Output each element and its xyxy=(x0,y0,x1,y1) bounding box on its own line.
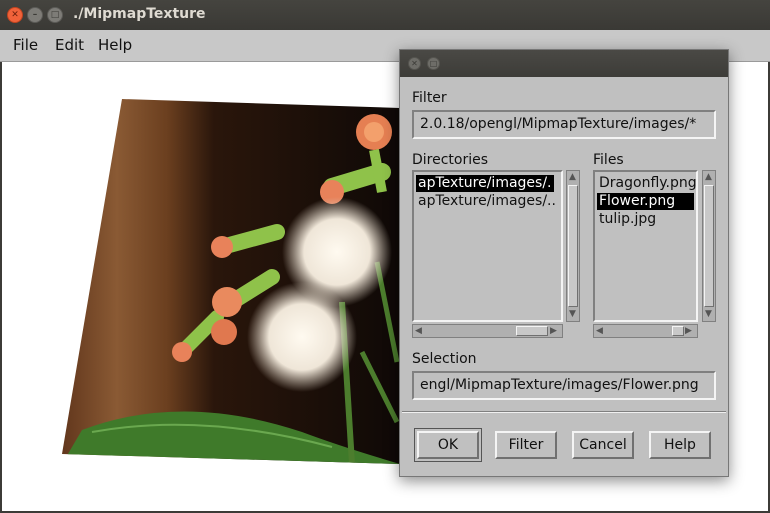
selection-label: Selection xyxy=(412,351,477,367)
files-vscroll-thumb[interactable] xyxy=(704,185,714,307)
directories-vscroll[interactable]: ▲ ▼ xyxy=(566,170,580,322)
dialog-maximize-icon[interactable]: □ xyxy=(427,57,440,70)
directories-label: Directories xyxy=(412,152,489,168)
directory-item[interactable]: apTexture/images/.. xyxy=(416,193,558,210)
filter-input[interactable]: 2.0.18/opengl/MipmapTexture/images/* xyxy=(412,110,716,139)
scroll-right-arrow-icon[interactable]: ▶ xyxy=(550,326,557,336)
window-titlebar: ✕ – □ ./MipmapTexture xyxy=(0,0,770,30)
directories-hscroll-thumb[interactable] xyxy=(516,326,548,336)
maximize-window-icon[interactable]: □ xyxy=(47,7,63,23)
menu-help[interactable]: Help xyxy=(98,36,132,54)
dialog-separator xyxy=(402,411,726,413)
ok-button[interactable]: OK xyxy=(414,428,482,462)
menu-file[interactable]: File xyxy=(13,36,38,54)
menu-edit[interactable]: Edit xyxy=(55,36,84,54)
cancel-button[interactable]: Cancel xyxy=(572,431,634,459)
files-hscroll[interactable]: ◀ ▶ xyxy=(593,324,698,338)
filter-label: Filter xyxy=(412,90,447,106)
scroll-up-arrow-icon[interactable]: ▲ xyxy=(705,172,712,182)
dialog-titlebar: ✕ □ xyxy=(400,50,728,77)
files-list[interactable]: Dragonfly.png Flower.png tulip.jpg xyxy=(593,170,698,322)
scroll-up-arrow-icon[interactable]: ▲ xyxy=(569,172,576,182)
files-vscroll[interactable]: ▲ ▼ xyxy=(702,170,716,322)
scroll-left-arrow-icon[interactable]: ◀ xyxy=(415,326,422,336)
filter-input-text: 2.0.18/opengl/MipmapTexture/images/* xyxy=(420,116,697,132)
help-button[interactable]: Help xyxy=(649,431,711,459)
minimize-window-icon[interactable]: – xyxy=(27,7,43,23)
directories-hscroll[interactable]: ◀ ▶ xyxy=(412,324,563,338)
files-label: Files xyxy=(593,152,624,168)
selection-input-text: engl/MipmapTexture/images/Flower.png xyxy=(420,377,699,393)
scroll-left-arrow-icon[interactable]: ◀ xyxy=(596,326,603,336)
file-item[interactable]: Dragonfly.png xyxy=(597,175,696,192)
files-hscroll-thumb[interactable] xyxy=(672,326,684,336)
directories-list[interactable]: apTexture/images/. apTexture/images/.. xyxy=(412,170,563,322)
filter-button[interactable]: Filter xyxy=(495,431,557,459)
dialog-close-icon[interactable]: ✕ xyxy=(408,57,421,70)
directories-vscroll-thumb[interactable] xyxy=(568,185,578,307)
file-item[interactable]: tulip.jpg xyxy=(597,211,658,228)
selection-input[interactable]: engl/MipmapTexture/images/Flower.png xyxy=(412,371,716,400)
close-window-icon[interactable]: ✕ xyxy=(7,7,23,23)
directory-item[interactable]: apTexture/images/. xyxy=(416,175,554,192)
scroll-down-arrow-icon[interactable]: ▼ xyxy=(705,309,712,319)
file-item-selected[interactable]: Flower.png xyxy=(597,193,694,210)
file-selection-dialog: ✕ □ Filter 2.0.18/opengl/MipmapTexture/i… xyxy=(399,49,729,477)
scroll-down-arrow-icon[interactable]: ▼ xyxy=(569,309,576,319)
scroll-right-arrow-icon[interactable]: ▶ xyxy=(685,326,692,336)
window-title: ./MipmapTexture xyxy=(73,6,206,22)
